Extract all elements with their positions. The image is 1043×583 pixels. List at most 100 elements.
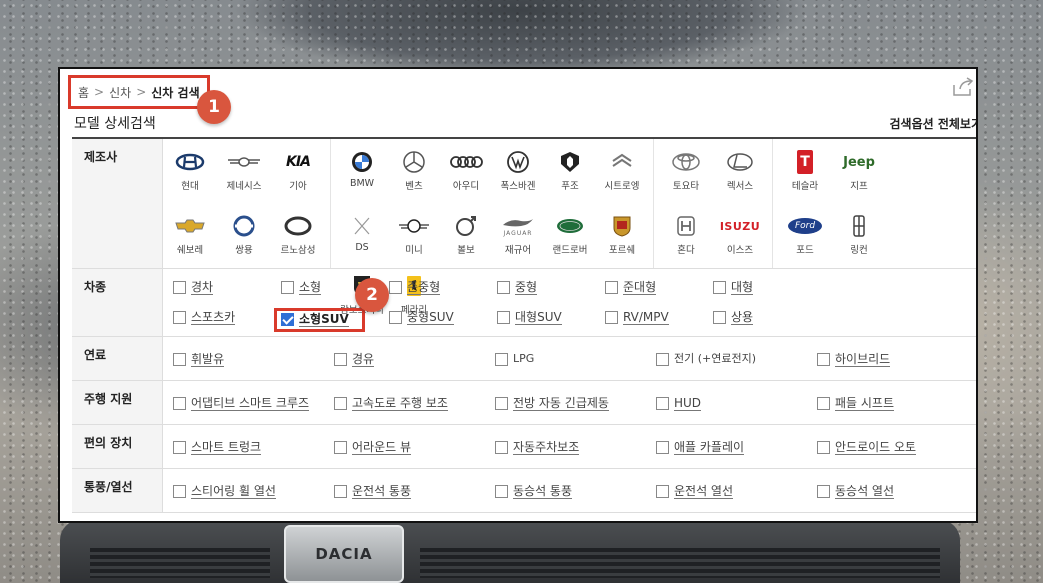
car-type-option[interactable]: 스포츠카 (173, 308, 281, 328)
checkbox[interactable] (334, 484, 347, 498)
car-type-option[interactable]: 준대형 (605, 277, 713, 297)
fuel-option[interactable]: 하이브리드 (817, 349, 976, 369)
brand-benz[interactable]: 벤츠 (388, 143, 440, 207)
brand-chevrolet[interactable]: 쉐보레 (163, 207, 217, 267)
breadcrumb-home[interactable]: 홈 (78, 84, 89, 101)
convenience-option[interactable]: 애플 카플레이 (656, 437, 817, 457)
brand-honda[interactable]: 혼다 (659, 207, 713, 267)
fuel-option[interactable]: 경유 (334, 349, 495, 369)
brand-isuzu[interactable]: ISUZU 이스즈 (713, 207, 767, 267)
checkbox[interactable] (817, 396, 830, 410)
search-options-toggle[interactable]: 검색옵션 전체보기 (890, 115, 977, 132)
checkbox[interactable] (605, 311, 618, 324)
checkbox[interactable] (497, 280, 510, 294)
brand-name: 쉐보레 (176, 245, 204, 256)
brand-name: DS (355, 242, 369, 253)
car-grille-left (90, 548, 270, 578)
brand-lexus[interactable]: 렉서스 (713, 143, 767, 207)
checkbox[interactable] (713, 280, 726, 294)
checkbox[interactable] (656, 352, 669, 366)
ventilation-option[interactable]: 동승석 통풍 (495, 481, 656, 501)
checkbox[interactable] (817, 440, 830, 454)
ventilation-option[interactable]: 운전석 열선 (656, 481, 817, 501)
convenience-option[interactable]: 스마트 트렁크 (173, 437, 334, 457)
ventilation-option[interactable]: 동승석 열선 (817, 481, 976, 501)
checkbox[interactable] (497, 311, 510, 324)
checkbox[interactable] (173, 280, 186, 294)
option-label: 휘발유 (191, 351, 225, 367)
car-type-option[interactable]: 중형 (497, 277, 605, 297)
checkbox[interactable] (656, 396, 669, 410)
checkbox[interactable] (389, 280, 402, 294)
checkbox[interactable] (817, 352, 830, 366)
brand-genesis[interactable]: 제네시스 (217, 143, 271, 207)
car-type-option[interactable]: 준중형 (389, 277, 497, 297)
fuel-option[interactable]: 전기 (+연료전지) (656, 349, 817, 369)
brand-peugeot[interactable]: 푸조 (544, 143, 596, 207)
checkbox[interactable] (495, 396, 508, 410)
driving-option[interactable]: HUD (656, 393, 817, 413)
car-type-option[interactable]: 중형SUV (389, 308, 497, 328)
checkbox[interactable] (656, 484, 669, 498)
checkbox[interactable] (713, 311, 726, 324)
filter-label: 통풍/열선 (72, 468, 163, 513)
brand-volkswagen[interactable]: 폭스바겐 (492, 143, 544, 207)
brand-ford[interactable]: Ford 포드 (778, 207, 832, 267)
driving-option[interactable]: 어댑티브 스마트 크루즈 (173, 393, 334, 413)
checkbox[interactable] (173, 311, 186, 324)
brand-toyota[interactable]: 토요타 (659, 143, 713, 207)
brand-tesla[interactable]: T 테슬라 (778, 143, 832, 207)
car-type-option[interactable]: 경차 (173, 277, 281, 297)
convenience-option[interactable]: 어라운드 뷰 (334, 437, 495, 457)
checkbox[interactable] (281, 280, 294, 294)
car-type-option[interactable]: 소형SUV (274, 307, 365, 332)
checkbox[interactable] (495, 352, 508, 366)
checkbox[interactable] (656, 440, 669, 454)
brand-jaguar[interactable]: JAGUAR 재규어 (492, 207, 544, 267)
checkbox[interactable] (334, 352, 347, 366)
checkbox-checked[interactable] (281, 313, 294, 326)
checkbox[interactable] (495, 440, 508, 454)
brand-hyundai[interactable]: 현대 (163, 143, 217, 207)
option-label: 자동주차보조 (513, 439, 580, 455)
mini-logo-icon (397, 213, 431, 239)
brand-porsche[interactable]: 포르쉐 (596, 207, 648, 267)
breadcrumb-newcar[interactable]: 신차 (109, 84, 131, 101)
brand-mini[interactable]: 미니 (388, 207, 440, 267)
fuel-option[interactable]: LPG (495, 349, 656, 369)
brand-landrover[interactable]: 랜드로버 (544, 207, 596, 267)
brand-kia[interactable]: KIA 기아 (271, 143, 325, 207)
car-type-option[interactable]: 대형SUV (497, 308, 605, 328)
convenience-option[interactable]: 자동주차보조 (495, 437, 656, 457)
brand-audi[interactable]: 아우디 (440, 143, 492, 207)
checkbox[interactable] (334, 440, 347, 454)
driving-option[interactable]: 전방 자동 긴급제동 (495, 393, 656, 413)
car-type-option[interactable]: 상용 (713, 308, 821, 328)
brand-volvo[interactable]: 볼보 (440, 207, 492, 267)
ventilation-option[interactable]: 스티어링 휠 열선 (173, 481, 334, 501)
brand-jeep[interactable]: Jeep 지프 (832, 143, 886, 207)
convenience-option[interactable]: 안드로이드 오토 (817, 437, 976, 457)
driving-option[interactable]: 패들 시프트 (817, 393, 976, 413)
checkbox[interactable] (389, 311, 402, 324)
brand-renault-samsung[interactable]: 르노삼성 (271, 207, 325, 267)
checkbox[interactable] (817, 484, 830, 498)
checkbox[interactable] (173, 396, 186, 410)
checkbox[interactable] (495, 484, 508, 498)
checkbox[interactable] (334, 396, 347, 410)
fuel-option[interactable]: 휘발유 (173, 349, 334, 369)
brand-lincoln[interactable]: 링컨 (832, 207, 886, 267)
share-icon[interactable] (952, 77, 974, 97)
brand-citroen[interactable]: 시트로엥 (596, 143, 648, 207)
checkbox[interactable] (605, 280, 618, 294)
brand-bmw[interactable]: BMW (336, 143, 388, 207)
car-type-option[interactable]: 대형 (713, 277, 821, 297)
brand-ds[interactable]: DS (336, 207, 388, 267)
checkbox[interactable] (173, 352, 186, 366)
brand-ssangyong[interactable]: 쌍용 (217, 207, 271, 267)
checkbox[interactable] (173, 484, 186, 498)
ventilation-option[interactable]: 운전석 통풍 (334, 481, 495, 501)
driving-option[interactable]: 고속도로 주행 보조 (334, 393, 495, 413)
checkbox[interactable] (173, 440, 186, 454)
car-type-option[interactable]: RV/MPV (605, 308, 713, 328)
